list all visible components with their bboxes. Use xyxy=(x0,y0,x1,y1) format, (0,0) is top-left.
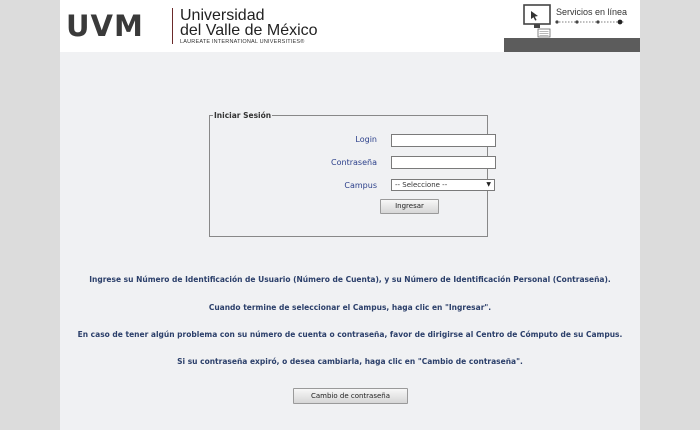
header: UVM Universidad del Valle de México LAUR… xyxy=(60,0,640,52)
info-line-4: Si su contraseña expiró, o desea cambiar… xyxy=(177,357,523,366)
login-fieldset: Iniciar Sesión Login Contraseña Campus -… xyxy=(209,111,496,237)
campus-label: Campus xyxy=(344,181,377,190)
timeline-dots-icon xyxy=(555,19,624,25)
info-line-3: En caso de tener algún problema con su n… xyxy=(77,330,623,339)
info-line-2: Cuando termine de seleccionar el Campus,… xyxy=(208,303,492,312)
page-container: UVM Universidad del Valle de México LAUR… xyxy=(60,0,640,430)
login-submit-button[interactable]: Ingresar xyxy=(380,199,439,214)
services-bar xyxy=(504,38,640,52)
info-line-1: Ingrese su Número de Identificación de U… xyxy=(89,275,611,284)
login-label: Login xyxy=(355,135,377,144)
chevron-down-icon: ▼ xyxy=(486,181,491,188)
change-password-button[interactable]: Cambio de contraseña xyxy=(293,388,408,404)
laureate-tagline: LAUREATE INTERNATIONAL UNIVERSITIES® xyxy=(180,39,305,45)
computer-icon xyxy=(523,4,551,38)
login-input[interactable] xyxy=(391,134,496,147)
uvm-logo-mark: UVM xyxy=(66,9,144,43)
logo-divider xyxy=(172,8,173,44)
university-name-line2: del Valle de México xyxy=(180,22,318,39)
campus-select[interactable]: -- Seleccione -- ▼ xyxy=(391,179,495,191)
password-input[interactable] xyxy=(391,156,496,169)
campus-selected-value: -- Seleccione -- xyxy=(395,181,448,189)
password-label: Contraseña xyxy=(331,158,377,167)
login-legend: Iniciar Sesión xyxy=(214,111,272,120)
